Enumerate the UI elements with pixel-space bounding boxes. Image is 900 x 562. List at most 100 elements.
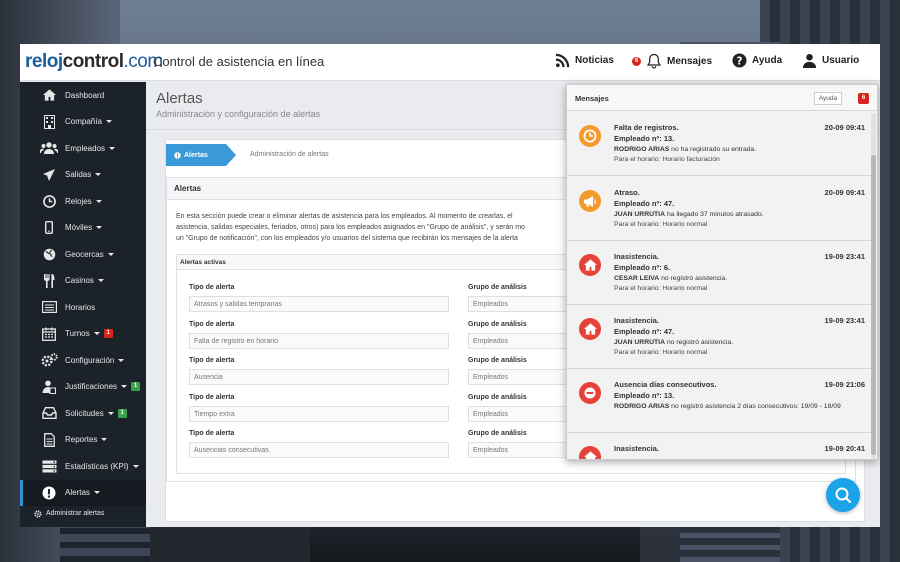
sidebar-item-justificaciones[interactable]: Justificaciones 1 — [20, 374, 146, 401]
group-label: Grupo de análisis — [468, 394, 527, 401]
sidebar-item-label: Turnos — [65, 329, 90, 339]
group-field[interactable]: Empleados — [468, 406, 568, 422]
message-title: Inasistencia. — [614, 316, 660, 325]
page-subtitle: Administración y configuración de alerta… — [156, 109, 321, 119]
breadcrumb-alertas[interactable]: Alertas — [166, 144, 236, 166]
message-schedule: Para el horario: Horario normal — [614, 349, 708, 356]
group-field[interactable]: Empleados — [468, 369, 568, 385]
minus-circle-icon — [579, 382, 601, 404]
file-icon — [39, 432, 59, 447]
sidebar-item-label: Solicitudes — [65, 408, 104, 418]
type-label: Tipo de alerta — [189, 430, 235, 437]
sidebar-item-turnos[interactable]: Turnos 1 — [20, 321, 146, 348]
mobile-icon — [39, 221, 59, 235]
sidebar-item-label: Justificaciones — [65, 382, 118, 392]
solicitudes-badge: 1 — [117, 408, 127, 418]
type-field[interactable]: Tiempo extra — [189, 406, 449, 422]
message-schedule: Para el horario: Horario facturación — [614, 156, 720, 163]
message-item[interactable]: Inasistencia. 19-09 23:41 Empleado nº: 4… — [567, 305, 871, 369]
messages-badge: 6 — [632, 56, 641, 66]
message-title: Inasistencia. — [614, 444, 660, 453]
sidebar-item-empleados[interactable]: Empleados — [20, 135, 146, 162]
nav-mensajes[interactable]: 6 Mensajes — [632, 53, 712, 69]
sidebar-item-alertas[interactable]: Alertas — [20, 479, 146, 506]
messages-scroll-thumb[interactable] — [871, 155, 876, 455]
logo[interactable]: relojcontrol.com — [25, 51, 163, 73]
type-label: Tipo de alerta — [189, 357, 235, 364]
sidebar-item-label: Alertas — [65, 488, 90, 498]
caret-down-icon — [96, 226, 103, 230]
page-title: Alertas — [156, 90, 203, 107]
message-item[interactable]: Falta de registros. 20-09 09:41 Empleado… — [567, 112, 871, 176]
message-item[interactable]: Inasistencia. 19-09 23:41 Empleado nº: 6… — [567, 241, 871, 305]
sidebar-item-label: Casinos — [65, 276, 94, 286]
sidebar-item-label: Salidas — [65, 170, 92, 180]
sidebar-item-compania[interactable]: Compañía — [20, 109, 146, 136]
message-title: Ausencia días consecutivos. — [614, 380, 717, 389]
message-item[interactable]: Inasistencia. 19-09 20:41 — [567, 433, 871, 459]
message-employee: Empleado nº: 47. — [614, 327, 675, 336]
sidebar-item-configuracion[interactable]: Configuración — [20, 347, 146, 374]
sidebar-item-moviles[interactable]: Móviles — [20, 215, 146, 242]
rss-icon — [555, 53, 570, 68]
type-label: Tipo de alerta — [189, 284, 235, 291]
message-item[interactable]: Ausencia días consecutivos. 19-09 21:06 … — [567, 369, 871, 433]
message-schedule: Para el horario: Horario normal — [614, 221, 708, 228]
list-icon — [39, 301, 59, 314]
group-label: Grupo de análisis — [468, 321, 527, 328]
search-button[interactable] — [826, 478, 860, 512]
user-icon — [802, 53, 817, 68]
cutlery-icon — [39, 273, 59, 288]
tagline: Control de asistencia en línea — [153, 54, 325, 69]
breadcrumb-label: Alertas — [184, 151, 208, 159]
message-time: 19-09 21:06 — [824, 380, 865, 389]
nav-noticias-label: Noticias — [575, 55, 614, 66]
message-text: RODRIGO ARIAS no registró asistencia 2 d… — [614, 403, 841, 410]
inbox-icon — [39, 407, 59, 420]
sidebar-item-salidas[interactable]: Salidas — [20, 162, 146, 189]
type-field[interactable]: Atrasos y salidas tempranas — [189, 296, 449, 312]
group-field[interactable]: Empleados — [468, 442, 568, 458]
gear-icon — [34, 509, 42, 518]
sidebar-item-reportes[interactable]: Reportes — [20, 427, 146, 454]
message-text: RODRIGO ARIAS no ha registrado su entrad… — [614, 146, 757, 153]
sidebar-item-label: Configuración — [65, 355, 115, 365]
group-field[interactable]: Empleados — [468, 333, 568, 349]
message-employee: Empleado nº: 13. — [614, 391, 675, 400]
messages-count-badge: 6 — [858, 93, 869, 104]
nav-ayuda[interactable]: ? Ayuda — [732, 53, 782, 68]
nav-usuario[interactable]: Usuario — [802, 53, 859, 68]
type-field[interactable]: Ausencias consecutivas — [189, 442, 449, 458]
message-title: Falta de registros. — [614, 123, 679, 132]
nav-noticias[interactable]: Noticias — [555, 53, 614, 68]
exclamation-icon — [174, 151, 181, 159]
sidebar-subitem-administrar-alertas[interactable]: Administrar alertas — [20, 506, 146, 521]
caret-down-icon — [109, 146, 116, 150]
message-title: Atraso. — [614, 188, 640, 197]
breadcrumb-admin[interactable]: Administración de alertas — [250, 151, 329, 158]
sidebar-item-relojes[interactable]: Relojes — [20, 188, 146, 215]
type-field[interactable]: Ausencia — [189, 369, 449, 385]
sidebar-item-estadisticas[interactable]: Estadísticas (KPI) — [20, 453, 146, 480]
home-icon — [579, 254, 601, 276]
svg-text:?: ? — [737, 55, 743, 67]
users-icon — [39, 142, 59, 155]
message-item[interactable]: Atraso. 20-09 09:41 Empleado nº: 47. JUA… — [567, 177, 871, 241]
message-title: Inasistencia. — [614, 252, 660, 261]
sidebar-item-horarios[interactable]: Horarios — [20, 294, 146, 321]
sidebar-item-geocercas[interactable]: Geocercas — [20, 241, 146, 268]
type-field[interactable]: Falta de registro en horario — [189, 333, 449, 349]
user-doc-icon — [39, 380, 59, 394]
turnos-badge: 1 — [103, 329, 113, 339]
sidebar-item-dashboard[interactable]: Dashboard — [20, 82, 146, 109]
home-icon — [579, 446, 601, 459]
caret-down-icon — [105, 120, 112, 124]
message-text: JUAN URRUTIA ha llegado 37 minutos atras… — [614, 211, 764, 218]
group-field[interactable]: Empleados — [468, 296, 568, 312]
messages-help-button[interactable]: Ayuda — [814, 92, 842, 105]
sidebar-item-solicitudes[interactable]: Solicitudes 1 — [20, 400, 146, 427]
sidebar-item-casinos[interactable]: Casinos — [20, 268, 146, 295]
sidebar-subitem-label: Administrar alertas — [46, 510, 105, 517]
home-icon — [39, 89, 59, 101]
messages-header: Mensajes Ayuda 6 — [567, 85, 877, 111]
